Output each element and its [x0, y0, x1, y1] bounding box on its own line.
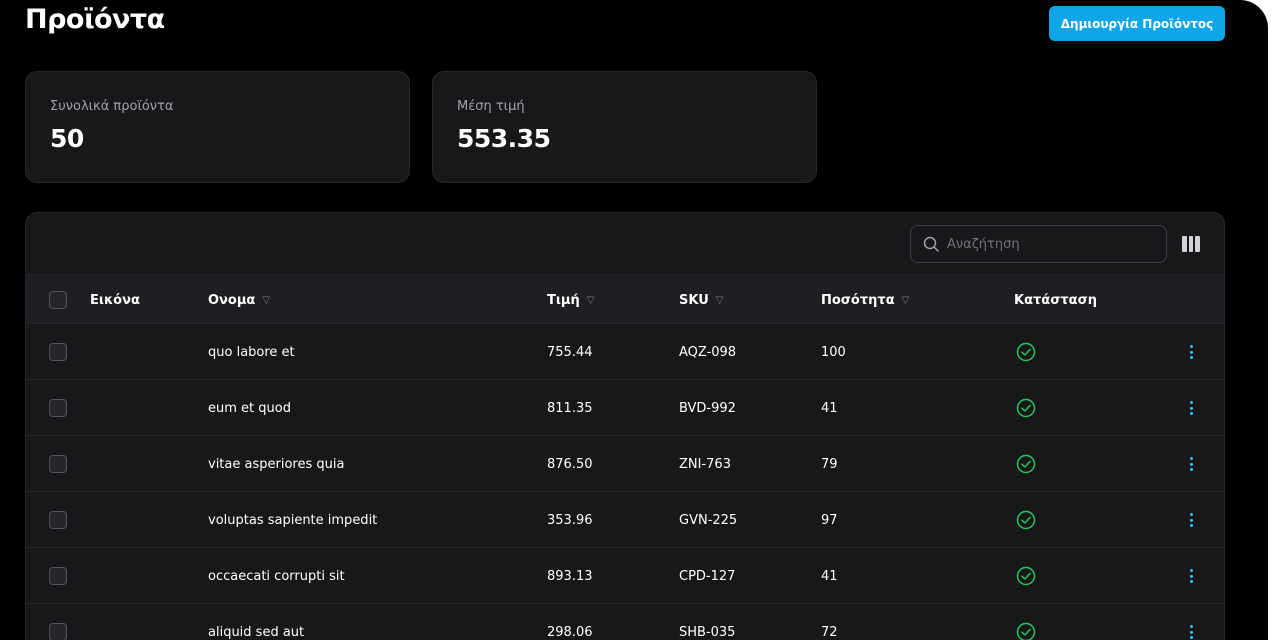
- table-row[interactable]: vitae asperiores quia 876.50 ZNI-763 79: [26, 436, 1224, 492]
- product-sku: AQZ-098: [679, 344, 737, 360]
- row-checkbox[interactable]: [49, 623, 67, 640]
- product-name[interactable]: occaecati corrupti sit: [208, 548, 345, 604]
- create-product-button[interactable]: Δημιουργία Προϊόντος: [1049, 6, 1225, 41]
- product-sku: SHB-035: [679, 624, 736, 640]
- table-row[interactable]: aliquid sed aut 298.06 SHB-035 72: [26, 604, 1224, 640]
- page-title: Προϊόντα: [25, 4, 165, 35]
- product-sku: BVD-992: [679, 400, 736, 416]
- product-quantity: 79: [821, 456, 838, 472]
- product-quantity: 100: [821, 344, 846, 360]
- product-name[interactable]: quo labore et: [208, 324, 295, 380]
- product-name[interactable]: eum et quod: [208, 380, 291, 436]
- product-price: 811.35: [547, 400, 593, 416]
- row-actions-menu-icon[interactable]: [1186, 623, 1196, 640]
- app-frame: Προϊόντα Δημιουργία Προϊόντος Συνολικά π…: [0, 0, 1280, 640]
- check-circle-icon: [1016, 342, 1036, 362]
- product-name[interactable]: vitae asperiores quia: [208, 436, 344, 492]
- column-header-price[interactable]: Τιμή ▽: [547, 275, 594, 325]
- columns-toggle-icon[interactable]: [1182, 236, 1201, 252]
- chevron-down-icon: ▽: [262, 294, 271, 306]
- table-row[interactable]: occaecati corrupti sit 893.13 CPD-127 41: [26, 548, 1224, 604]
- row-checkbox[interactable]: [49, 455, 67, 473]
- table-row[interactable]: eum et quod 811.35 BVD-992 41: [26, 380, 1224, 436]
- stat-label: Συνολικά προϊόντα: [50, 99, 174, 114]
- column-header-image: Εικόνα: [90, 275, 140, 325]
- check-circle-icon: [1016, 510, 1036, 530]
- column-label: SKU: [679, 292, 709, 308]
- column-header-name[interactable]: Ονομα ▽: [208, 275, 270, 325]
- product-price: 298.06: [547, 624, 593, 640]
- column-header-sku[interactable]: SKU ▽: [679, 275, 723, 325]
- product-sku: GVN-225: [679, 512, 738, 528]
- row-checkbox[interactable]: [49, 567, 67, 585]
- product-sku: ZNI-763: [679, 456, 731, 472]
- search-input[interactable]: [947, 236, 1147, 252]
- column-header-quantity[interactable]: Ποσότητα ▽: [821, 275, 909, 325]
- product-sku: CPD-127: [679, 568, 736, 584]
- table-toolbar: [26, 213, 1224, 274]
- row-actions-menu-icon[interactable]: [1186, 399, 1196, 417]
- stat-value: 50: [50, 124, 84, 153]
- product-quantity: 72: [821, 624, 838, 640]
- column-header-status: Κατάσταση: [1014, 275, 1097, 325]
- check-circle-icon: [1016, 566, 1036, 586]
- main-panel: Προϊόντα Δημιουργία Προϊόντος Συνολικά π…: [0, 0, 1268, 640]
- product-name[interactable]: voluptas sapiente impedit: [208, 492, 377, 548]
- product-price: 893.13: [547, 568, 593, 584]
- product-price: 755.44: [547, 344, 593, 360]
- products-table: Εικόνα Ονομα ▽ Τιμή ▽ SKU ▽ Ποσότητα ▽: [25, 212, 1225, 640]
- table-row[interactable]: voluptas sapiente impedit 353.96 GVN-225…: [26, 492, 1224, 548]
- search-box[interactable]: [910, 225, 1167, 263]
- search-icon: [923, 236, 939, 252]
- product-quantity: 97: [821, 512, 838, 528]
- column-label: Κατάσταση: [1014, 292, 1097, 308]
- row-actions-menu-icon[interactable]: [1186, 511, 1196, 529]
- chevron-down-icon: ▽: [901, 294, 910, 306]
- product-name[interactable]: aliquid sed aut: [208, 604, 304, 640]
- column-label: Ποσότητα: [821, 292, 895, 308]
- check-circle-icon: [1016, 398, 1036, 418]
- row-actions-menu-icon[interactable]: [1186, 343, 1196, 361]
- row-actions-menu-icon[interactable]: [1186, 567, 1196, 585]
- column-label: Τιμή: [547, 292, 580, 308]
- table-row[interactable]: quo labore et 755.44 AQZ-098 100: [26, 324, 1224, 380]
- select-all-checkbox[interactable]: [49, 291, 67, 309]
- check-circle-icon: [1016, 454, 1036, 474]
- row-checkbox[interactable]: [49, 511, 67, 529]
- chevron-down-icon: ▽: [586, 294, 595, 306]
- product-quantity: 41: [821, 400, 838, 416]
- column-label: Ονομα: [208, 292, 256, 308]
- product-price: 353.96: [547, 512, 593, 528]
- row-checkbox[interactable]: [49, 343, 67, 361]
- chevron-down-icon: ▽: [715, 294, 724, 306]
- row-actions-menu-icon[interactable]: [1186, 455, 1196, 473]
- product-price: 876.50: [547, 456, 593, 472]
- stat-value: 553.35: [457, 124, 551, 153]
- table-header: Εικόνα Ονομα ▽ Τιμή ▽ SKU ▽ Ποσότητα ▽ Κ…: [26, 274, 1224, 325]
- product-quantity: 41: [821, 568, 838, 584]
- stat-card-average-price: Μέση τιμή 553.35: [432, 71, 817, 183]
- column-label: Εικόνα: [90, 292, 140, 308]
- stat-label: Μέση τιμή: [457, 99, 525, 114]
- check-circle-icon: [1016, 622, 1036, 640]
- row-checkbox[interactable]: [49, 399, 67, 417]
- stat-card-total-products: Συνολικά προϊόντα 50: [25, 71, 410, 183]
